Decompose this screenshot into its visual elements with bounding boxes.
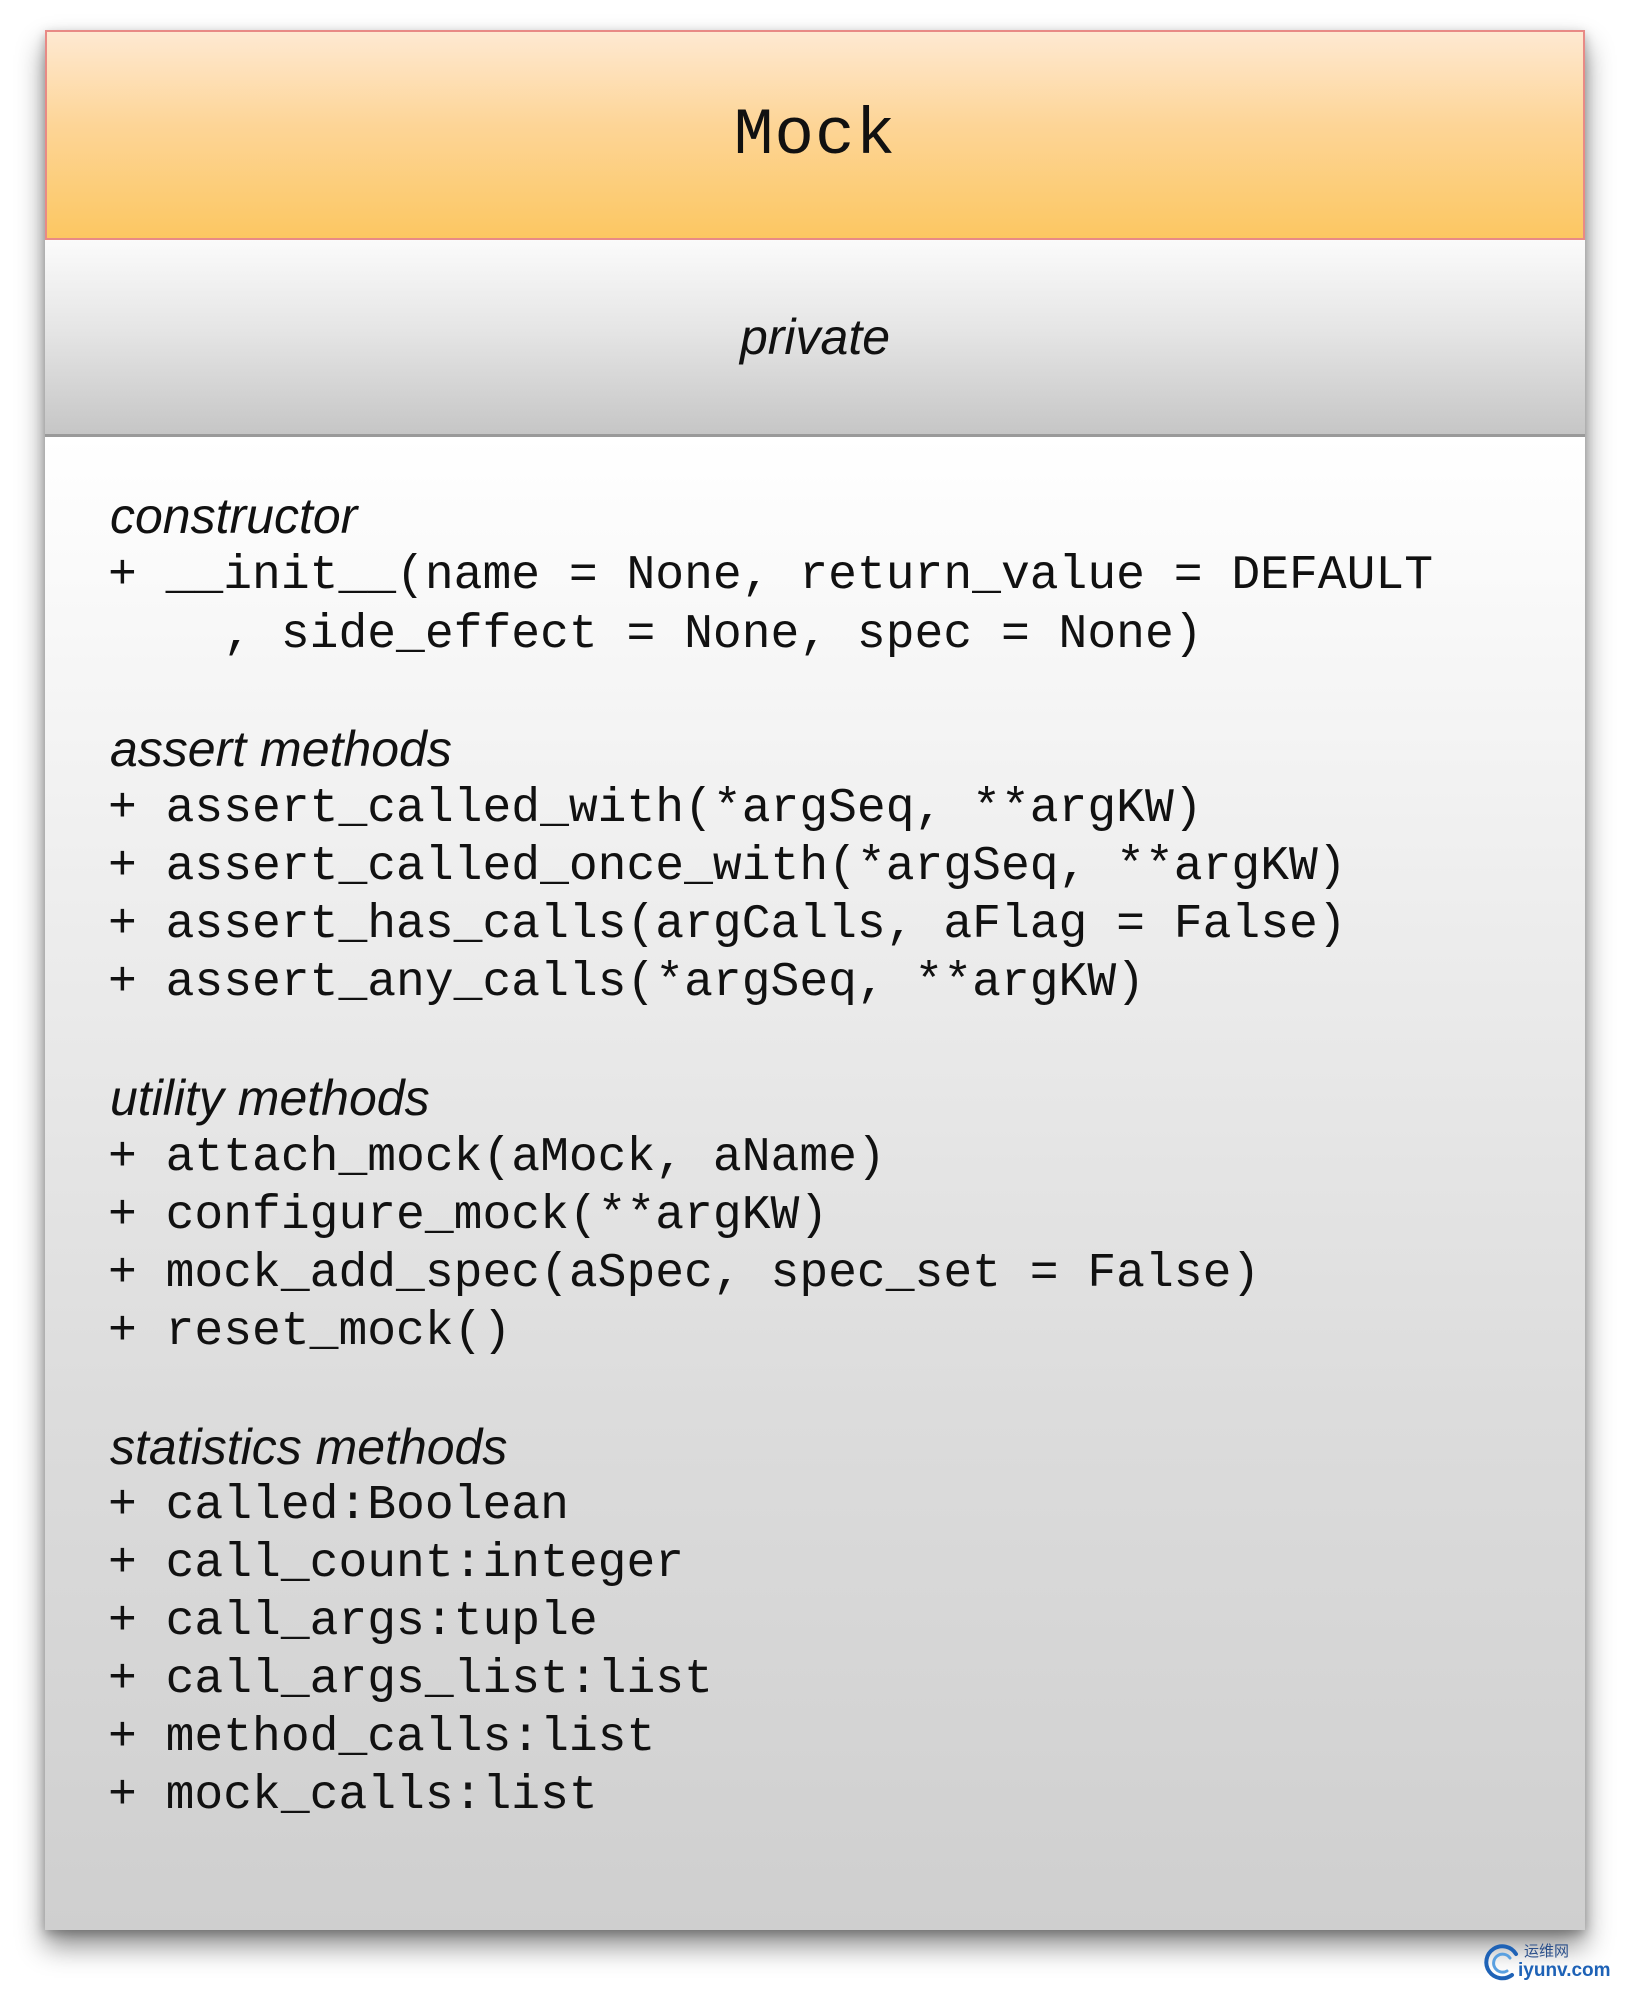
watermark-cn: 运维网	[1524, 1942, 1570, 1960]
statistics-line-3: + call_args:tuple	[108, 1595, 598, 1649]
statistics-line-2: + call_count:integer	[108, 1537, 685, 1591]
constructor-line-2: , side_effect = None, spec = None)	[108, 608, 1203, 662]
statistics-line-1: + called:Boolean	[108, 1479, 569, 1533]
utility-line-2: + configure_mock(**argKW)	[108, 1189, 829, 1243]
section-title-assert: assert methods	[110, 721, 452, 777]
assert-line-4: + assert_any_calls(*argSeq, **argKW)	[108, 956, 1145, 1010]
class-name: Mock	[733, 97, 897, 173]
watermark-en: iyunv.com	[1518, 1960, 1611, 1981]
section-title-statistics: statistics methods	[110, 1419, 508, 1475]
statistics-line-5: + method_calls:list	[108, 1711, 656, 1765]
statistics-line-6: + mock_calls:list	[108, 1769, 598, 1823]
uml-class-box: Mock private constructor + __init__(name…	[45, 30, 1585, 1930]
swirl-logo-icon	[1484, 1944, 1518, 1981]
statistics-line-4: + call_args_list:list	[108, 1653, 713, 1707]
assert-line-2: + assert_called_once_with(*argSeq, **arg…	[108, 840, 1347, 894]
watermark: 运维网 iyunv.com	[1482, 1938, 1612, 1986]
utility-line-4: + reset_mock()	[108, 1305, 512, 1359]
section-title-constructor: constructor	[110, 488, 358, 544]
utility-line-3: + mock_add_spec(aSpec, spec_set = False)	[108, 1247, 1261, 1301]
class-name-compartment: Mock	[45, 30, 1585, 240]
assert-line-3: + assert_has_calls(argCalls, aFlag = Fal…	[108, 898, 1347, 952]
section-title-utility: utility methods	[110, 1070, 430, 1126]
assert-line-1: + assert_called_with(*argSeq, **argKW)	[108, 782, 1203, 836]
methods-compartment: constructor + __init__(name = None, retu…	[45, 437, 1585, 1930]
private-label: private	[739, 309, 891, 365]
constructor-line-1: + __init__(name = None, return_value = D…	[108, 549, 1434, 603]
private-compartment: private	[45, 240, 1585, 437]
utility-line-1: + attach_mock(aMock, aName)	[108, 1131, 886, 1185]
